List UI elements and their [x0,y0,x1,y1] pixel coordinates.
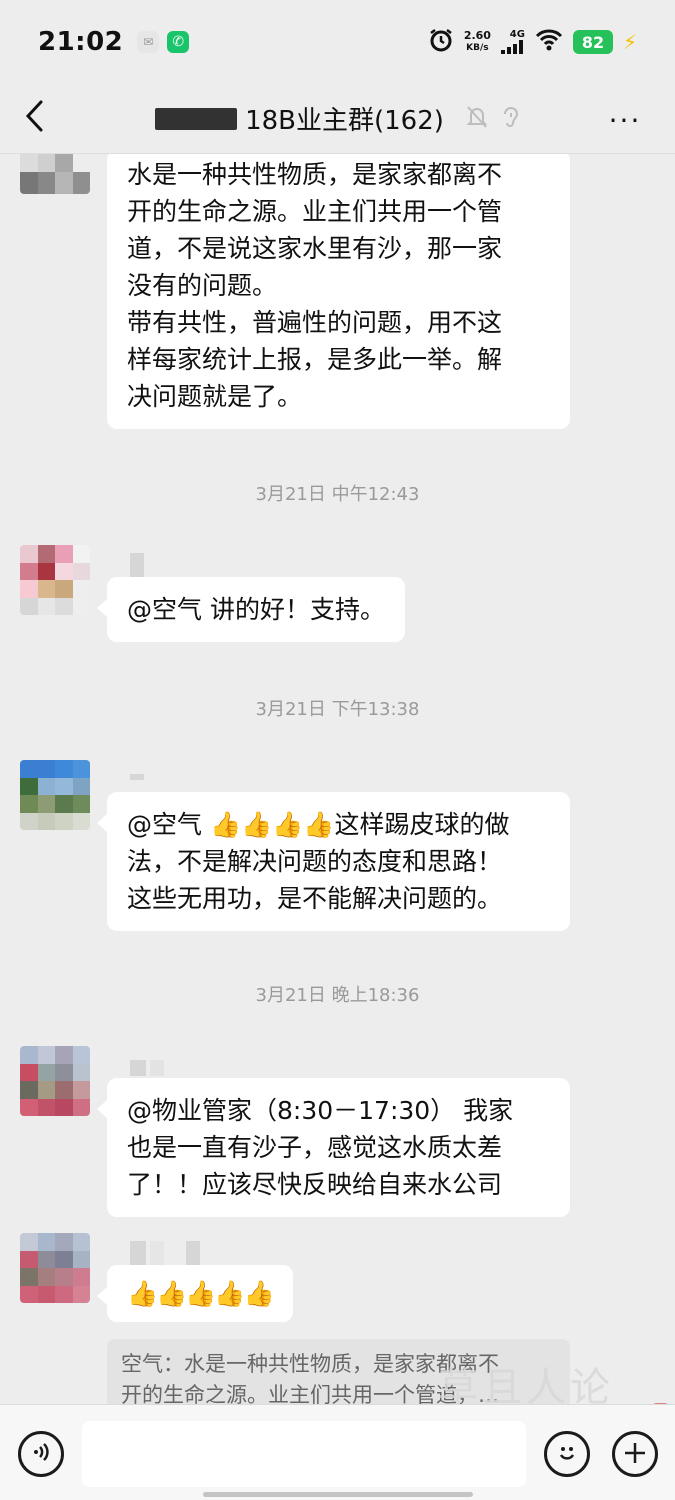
status-right: 2.60 KB/s 4G 82 ⚡ [428,27,637,57]
message-line: 样每家统计上报，是多此一举。解 [127,345,503,374]
title-redaction [155,107,238,130]
ear-icon [502,105,520,133]
bell-off-icon [466,105,488,133]
message-line: 水是一种共性物质，是家家都离不 [127,160,503,189]
message-bubble[interactable]: @空气 👍👍👍👍这样踢皮球的做 法，不是解决问题的态度和思路！ 这些无用功，是不… [97,792,570,931]
charging-icon: ⚡ [622,30,637,54]
message-line: 法，不是解决问题的态度和思路！ [127,847,503,876]
emoji-button[interactable] [544,1431,590,1477]
avatar[interactable] [20,154,90,194]
message-timestamp: 3月21日 晚上18:36 [255,985,420,1006]
chat-header: 18B业主群(162) ··· [0,84,675,154]
battery-indicator: 82 [572,30,613,54]
message-notification-icon: ✉ [137,31,160,53]
wifi-icon [535,29,563,55]
phone-notification-icon: ✆ [167,31,190,53]
title-status-icons [466,105,520,133]
network-type: 4G [509,29,525,40]
voice-input-button[interactable] [18,1431,64,1477]
back-arrow-icon [24,99,44,137]
message-bubble[interactable]: 水是一种共性物质，是家家都离不 开的生命之源。业主们共用一个管 道，不是说这家水… [107,154,570,429]
emoji-icon [553,1438,581,1470]
message-bubble[interactable]: 👍👍👍👍👍 [97,1265,293,1322]
back-button[interactable] [24,96,54,140]
plus-icon [623,1437,647,1471]
message-line: 了！！应该尽快反映给自来水公司 [127,1170,503,1199]
message-line: 开的生命之源。业主们共用一个管 [127,197,503,226]
message-line: @空气 👍👍👍👍这样踢皮球的做 [127,810,510,839]
chat-messages[interactable]: 水是一种共性物质，是家家都离不 开的生命之源。业主们共用一个管 道，不是说这家水… [0,154,675,1404]
sender-name-redacted [130,553,144,577]
message-bubble[interactable]: @空气 讲的好！支持。 [97,577,405,642]
net-speed-unit: KB/s [466,43,489,53]
net-speed-value: 2.60 [463,29,491,42]
home-indicator[interactable] [203,1492,473,1497]
voice-icon [30,1441,52,1467]
message-line: 决问题就是了。 [127,382,303,411]
more-options-button[interactable]: ··· [605,100,645,140]
chat-title: 18B业主群(162) [245,106,444,136]
avatar[interactable] [20,1233,90,1303]
message-timestamp: 3月21日 下午13:38 [255,699,420,720]
message-timestamp: 3月21日 中午12:43 [255,484,420,505]
message-line: 也是一直有沙子，感觉这水质太差 [127,1133,503,1162]
message-line: 这些无用功，是不能解决问题的。 [127,884,503,913]
input-bar [0,1404,675,1500]
message-line: @物业管家（8:30－17:30） 我家 [127,1096,514,1125]
avatar[interactable] [20,760,90,830]
chat-title-wrap: 18B业主群(162) [155,100,520,137]
status-notification-icons: ✉ ✆ [137,31,190,53]
message-input[interactable] [82,1421,526,1487]
avatar[interactable] [20,1046,90,1116]
net-speed: 2.60 KB/s [464,30,491,54]
more-functions-button[interactable] [612,1431,658,1477]
signal-icon: 4G [500,29,525,54]
message-line: 没有的问题。 [127,271,278,300]
message-line: 道，不是说这家水里有沙，那一家 [127,234,503,263]
alarm-icon [428,27,454,57]
avatar[interactable] [20,545,90,615]
message-line: 带有共性，普遍性的问题，用不这 [127,308,503,337]
status-time: 21:02 [38,27,124,57]
status-bar: 21:02 ✉ ✆ 2.60 KB/s 4G 82 ⚡ [0,0,675,84]
sender-name-redacted [130,774,144,780]
message-bubble[interactable]: @物业管家（8:30－17:30） 我家 也是一直有沙子，感觉这水质太差 了！！… [97,1078,570,1217]
